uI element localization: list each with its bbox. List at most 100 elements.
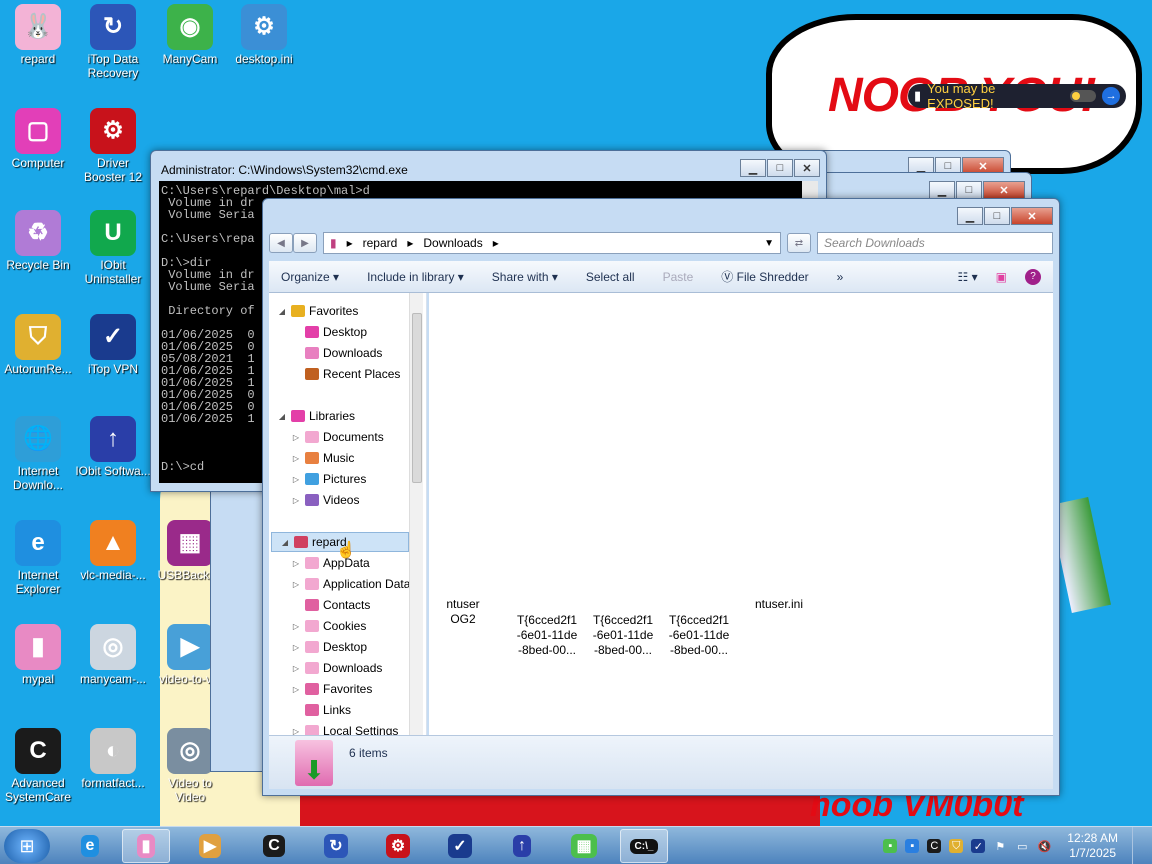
expand-arrow-icon[interactable]: ◢ [280,538,290,547]
desktop-icon[interactable]: ◎ manycam-... [75,624,151,686]
desktop-icon[interactable]: 🌐 Internet Downlo... [0,416,76,492]
tray-icon[interactable]: C [927,839,942,853]
desktop-icon[interactable]: ✓ iTop VPN [75,314,151,376]
desktop-icon[interactable]: ♻ Recycle Bin [0,210,76,272]
expand-arrow-icon[interactable]: ▷ [291,475,301,484]
expand-arrow-icon[interactable]: ▷ [291,643,301,652]
taskbar-usb-tool[interactable]: ▦ [560,829,608,863]
nav-item[interactable]: ▷ Videos [269,490,360,510]
expand-arrow-icon[interactable]: ▷ [291,685,301,694]
nav-item[interactable]: Desktop [269,322,367,342]
breadcrumb-repard[interactable]: repard [363,236,398,250]
nav-scrollbar[interactable] [409,293,423,735]
nav-item[interactable]: ▷ Application Data [269,574,410,594]
address-bar[interactable]: ▮ ▸ repard ▸ Downloads ▸ ▼ [323,232,781,254]
start-button[interactable]: ⊞ [4,829,50,863]
file-item[interactable]: T{6cced2f1 -6e01-11de -8bed-00... [591,613,655,658]
taskbar-driver-booster[interactable]: ⚙ [374,829,422,863]
expand-arrow-icon[interactable]: ▷ [291,580,301,589]
navigation-pane[interactable]: ◢ Favorites Desktop Downloads Recent Places ◢… [269,293,427,735]
expand-arrow-icon[interactable]: ▷ [291,496,301,505]
desktop-icon[interactable]: U IObit Uninstaller [75,210,151,286]
clock[interactable]: 12:28 AM 1/7/2025 [1067,831,1118,861]
nav-item[interactable]: ◢ Favorites [269,301,358,321]
nav-item[interactable]: Downloads [269,343,382,363]
network-icon[interactable]: ▭ [1015,839,1029,853]
search-input[interactable]: Search Downloads [817,232,1053,254]
nav-item[interactable]: ▷ Music [269,448,354,468]
refresh-button[interactable]: ⇄ [787,233,811,253]
expand-arrow-icon[interactable]: ▷ [291,559,301,568]
taskbar-cmd[interactable]: C:\_ [620,829,668,863]
select-all-button[interactable]: Select all [586,270,635,284]
scroll-thumb[interactable] [412,313,422,483]
desktop-icon[interactable]: ↑ IObit Softwa... [75,416,151,478]
toggle-switch[interactable] [1070,90,1097,102]
maximize-icon[interactable]: □ [767,159,793,177]
desktop-icon[interactable]: ⚙ desktop.ini [226,4,302,66]
nav-item[interactable]: Recent Places [269,364,400,384]
tray-icon[interactable]: ▪ [883,839,898,853]
desktop-icon[interactable]: C Advanced SystemCare [0,728,76,804]
taskbar-advanced-systemcare[interactable]: C [250,829,298,863]
explorer-window[interactable]: ▁ □ ✕ ◀ ▶ ▮ ▸ repard ▸ Downloads ▸ ▼ ⇄ S… [262,198,1060,796]
share-with-button[interactable]: Share with ▾ [492,270,558,284]
preview-pane-icon[interactable]: ▣ [996,270,1007,284]
close-icon[interactable]: ✕ [983,181,1025,199]
minimize-icon[interactable]: ▁ [740,159,766,177]
tray-icon[interactable]: ✓ [971,839,986,853]
shield-icon[interactable]: ⛉ [949,839,964,853]
minimize-icon[interactable]: ▁ [929,181,955,199]
file-item[interactable]: T{6cced2f1 -6e01-11de -8bed-00... [667,613,731,658]
desktop-icon[interactable]: ▮ mypal [0,624,76,686]
nav-item[interactable]: ▷ Favorites [269,679,372,699]
desktop-icon[interactable]: ⛉ AutorunRe... [0,314,76,376]
taskbar-internet-explorer[interactable]: e [66,829,114,863]
organize-button[interactable]: Organize ▾ [281,270,339,284]
desktop-icon[interactable]: e Internet Explorer [0,520,76,596]
nav-item[interactable]: ▷ Cookies [269,616,366,636]
desktop-icon[interactable]: 🐰 repard [0,4,76,66]
file-shredder-button[interactable]: Ⓥ File Shredder [721,268,808,285]
file-item[interactable]: ntuser OG2 [431,597,495,627]
file-item[interactable]: ntuser.ini [747,597,811,612]
expand-arrow-icon[interactable]: ◢ [277,412,287,421]
taskbar-itop-vpn[interactable]: ✓ [436,829,484,863]
expand-arrow-icon[interactable]: ▷ [291,664,301,673]
more-button[interactable]: » [837,270,844,284]
desktop-icon[interactable]: ▲ vlc-media-... [75,520,151,582]
maximize-icon[interactable]: □ [956,181,982,199]
desktop-icon[interactable]: ◐ formatfact... [75,728,151,790]
back-button[interactable]: ◀ [269,233,293,253]
desktop-icon[interactable]: ◉ ManyCam [152,4,228,66]
nav-item[interactable]: ▷ Documents [269,427,384,447]
include-in-library-button[interactable]: Include in library ▾ [367,270,464,284]
taskbar-itop-data-recovery[interactable]: ↻ [312,829,360,863]
file-list[interactable]: ntuser OG2 T{6cced2f1 -6e01-11de -8bed-00...… [429,293,1053,735]
file-item[interactable]: T{6cced2f1 -6e01-11de -8bed-00... [515,613,579,658]
nav-item[interactable]: ▷ Desktop [269,637,367,657]
taskbar-explorer[interactable]: ▮ [122,829,170,863]
forward-button[interactable]: ▶ [293,233,317,253]
tray-icon[interactable]: ⚑ [993,839,1007,853]
chevron-down-icon[interactable]: ▼ [764,238,774,249]
expand-arrow-icon[interactable]: ▷ [291,433,301,442]
exposed-popup[interactable]: ▮ You may be EXPOSED! → [908,81,1126,111]
expand-arrow-icon[interactable]: ◢ [277,307,287,316]
tray-icon[interactable]: ▪ [905,839,920,853]
nav-item[interactable]: ◢ Libraries [269,406,355,426]
minimize-icon[interactable]: ▁ [957,207,983,225]
expand-arrow-icon[interactable]: ▷ [291,727,301,736]
volume-icon[interactable]: 🔇 [1037,839,1051,853]
close-icon[interactable]: ✕ [1011,207,1053,225]
maximize-icon[interactable]: □ [984,207,1010,225]
help-icon[interactable]: ? [1025,268,1041,285]
desktop-icon[interactable]: ↻ iTop Data Recovery [75,4,151,80]
taskbar-media[interactable]: ▶ [186,829,234,863]
nav-item[interactable]: ▷ Downloads [269,658,382,678]
expand-arrow-icon[interactable]: ▷ [291,454,301,463]
nav-item[interactable]: Links [269,700,351,720]
view-icon[interactable]: ☷ ▾ [958,270,978,284]
arrow-right-icon[interactable]: → [1102,87,1120,105]
expand-arrow-icon[interactable]: ▷ [291,622,301,631]
